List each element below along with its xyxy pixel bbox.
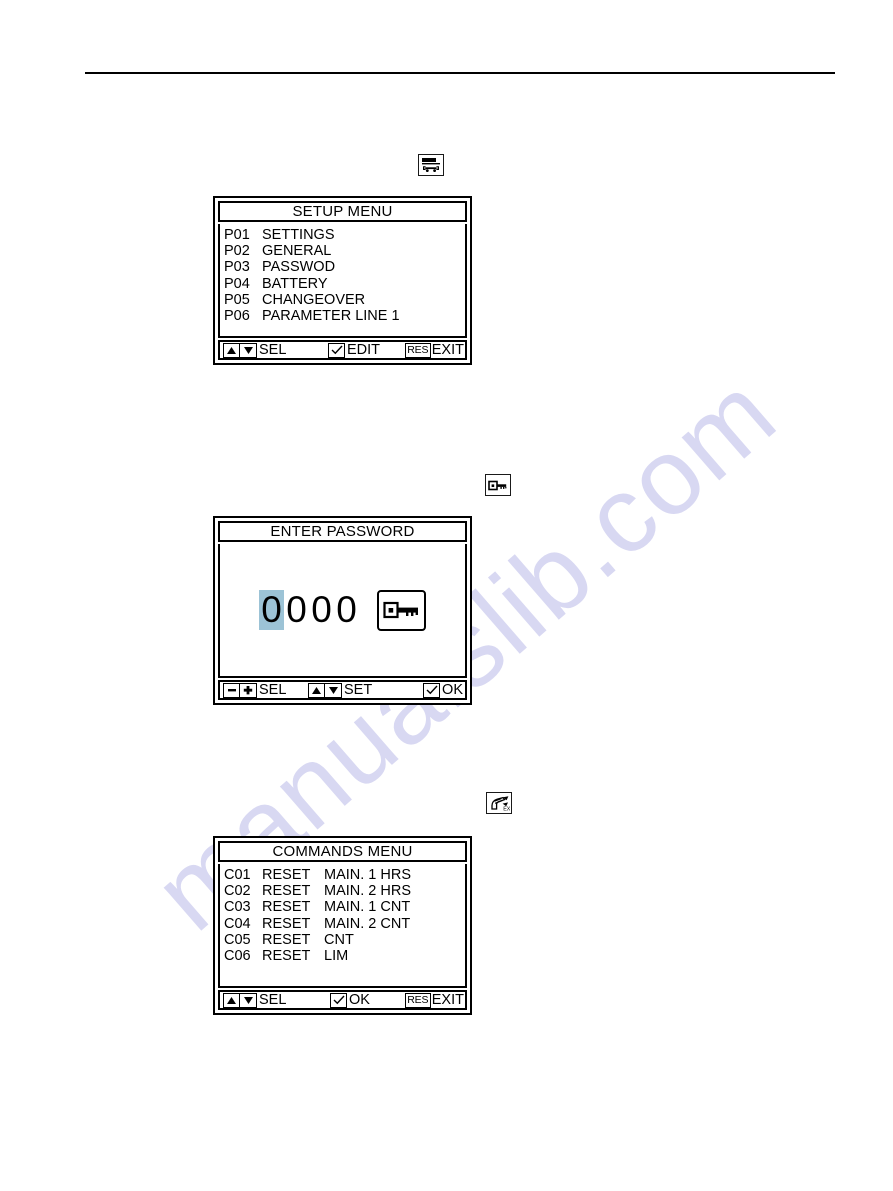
command-label: MAIN. 2 HRS (324, 883, 412, 900)
setup-menu-screen: SETUP MENU P01 SETTINGS P02 GENERAL P03 … (213, 196, 472, 365)
list-item[interactable]: P05 CHANGEOVER (224, 292, 465, 308)
commands-menu-title: COMMANDS MENU (218, 841, 467, 862)
down-arrow-icon[interactable] (325, 682, 342, 698)
softkey-res-button[interactable]: RES (404, 342, 431, 358)
plus-icon[interactable] (240, 682, 257, 698)
setup-menu-softkeys: SEL EDIT RES EXIT (218, 340, 467, 360)
list-item[interactable]: C02 RESET MAIN. 2 HRS (224, 883, 465, 899)
commands-menu-softkeys: SEL OK RES EXIT (218, 990, 467, 1010)
enter-password-softkeys: SEL SET OK (218, 680, 467, 700)
command-label: CNT (324, 931, 354, 948)
checkmark-icon[interactable] (328, 342, 345, 358)
command-code: C02 (224, 883, 251, 900)
command-action: RESET (262, 931, 311, 948)
softkey-exit-label[interactable]: EXIT (431, 993, 464, 1008)
command-code: C03 (224, 899, 251, 916)
svg-text:EX: EX (503, 806, 510, 811)
command-label: MAIN. 2 CNT (324, 915, 411, 932)
softkey-sel-label: SEL (259, 992, 287, 1008)
list-item[interactable]: P01 SETTINGS (224, 227, 465, 243)
up-arrow-icon[interactable] (223, 992, 240, 1008)
menu-item-code: P02 (224, 243, 250, 260)
list-item[interactable]: P02 GENERAL (224, 243, 465, 259)
menu-item-code: P06 (224, 308, 250, 325)
password-digit-1[interactable]: 0 (259, 590, 284, 630)
menu-item-code: P04 (224, 275, 250, 292)
password-digit-2[interactable]: 0 (284, 590, 309, 630)
menu-item-code: P03 (224, 259, 250, 276)
softkey-exit-label[interactable]: EXIT (431, 343, 464, 358)
menu-item-label: PARAMETER LINE 1 (262, 308, 400, 325)
setup-menu-list: P01 SETTINGS P02 GENERAL P03 PASSWOD P04… (218, 224, 467, 338)
softkey-sel-label: SEL (259, 342, 287, 358)
key-icon (485, 474, 511, 496)
command-action: RESET (262, 948, 311, 965)
softkey-res-button[interactable]: RES (404, 992, 431, 1008)
commands-menu-screen: COMMANDS MENU C01 RESET MAIN. 1 HRS C02 … (213, 836, 472, 1015)
list-item[interactable]: C04 RESET MAIN. 2 CNT (224, 916, 465, 932)
wrench-settings-icon (418, 154, 444, 176)
softkey-sel-label: SEL (259, 682, 287, 698)
password-digits[interactable]: 0 0 0 0 (259, 590, 359, 630)
command-code: C04 (224, 915, 251, 932)
command-action: RESET (262, 915, 311, 932)
enter-password-title: ENTER PASSWORD (218, 521, 467, 542)
command-action: RESET (262, 867, 311, 883)
command-label: LIM (324, 948, 349, 965)
list-item[interactable]: C06 RESET LIM (224, 948, 465, 964)
command-action: RESET (262, 899, 311, 916)
command-label: MAIN. 1 HRS (324, 867, 412, 883)
command-label: MAIN. 1 CNT (324, 899, 411, 916)
header-divider (85, 72, 835, 74)
enter-password-screen: ENTER PASSWORD 0 0 0 0 SEL SET OK (213, 516, 472, 705)
commands-menu-list: C01 RESET MAIN. 1 HRS C02 RESET MAIN. 2 … (218, 864, 467, 988)
command-action: RESET (262, 883, 311, 900)
menu-item-label: SETTINGS (262, 227, 335, 243)
password-entry-area: 0 0 0 0 (218, 544, 467, 678)
down-arrow-icon[interactable] (240, 992, 257, 1008)
list-item[interactable]: P03 PASSWOD (224, 259, 465, 275)
softkey-ok-label: OK (442, 682, 463, 698)
softkey-edit-label: EDIT (347, 342, 381, 358)
menu-item-code: P05 (224, 291, 250, 308)
list-item[interactable]: C03 RESET MAIN. 1 CNT (224, 899, 465, 915)
password-digit-3[interactable]: 0 (309, 590, 334, 630)
minus-icon[interactable] (223, 682, 240, 698)
password-digit-4[interactable]: 0 (334, 590, 359, 630)
list-item[interactable]: P04 BATTERY (224, 276, 465, 292)
up-arrow-icon[interactable] (223, 342, 240, 358)
up-arrow-icon[interactable] (308, 682, 325, 698)
menu-item-label: CHANGEOVER (262, 291, 366, 308)
down-arrow-icon[interactable] (240, 342, 257, 358)
menu-item-code: P01 (224, 227, 250, 243)
command-code: C06 (224, 948, 251, 965)
key-icon (377, 589, 426, 631)
menu-item-label: GENERAL (262, 243, 332, 260)
checkmark-icon[interactable] (330, 992, 347, 1008)
list-item[interactable]: P06 PARAMETER LINE 1 (224, 308, 465, 324)
menu-item-label: BATTERY (262, 275, 328, 292)
list-item[interactable]: C05 RESET CNT (224, 932, 465, 948)
list-item[interactable]: C01 RESET MAIN. 1 HRS (224, 867, 465, 883)
command-code: C01 (224, 867, 251, 883)
softkey-set-label: SET (344, 682, 373, 698)
softkey-ok-label: OK (349, 992, 370, 1008)
checkmark-icon[interactable] (423, 682, 441, 698)
menu-item-label: PASSWOD (262, 259, 336, 276)
command-code: C05 (224, 931, 251, 948)
hand-command-icon: EX (486, 792, 512, 814)
setup-menu-title: SETUP MENU (218, 201, 467, 222)
